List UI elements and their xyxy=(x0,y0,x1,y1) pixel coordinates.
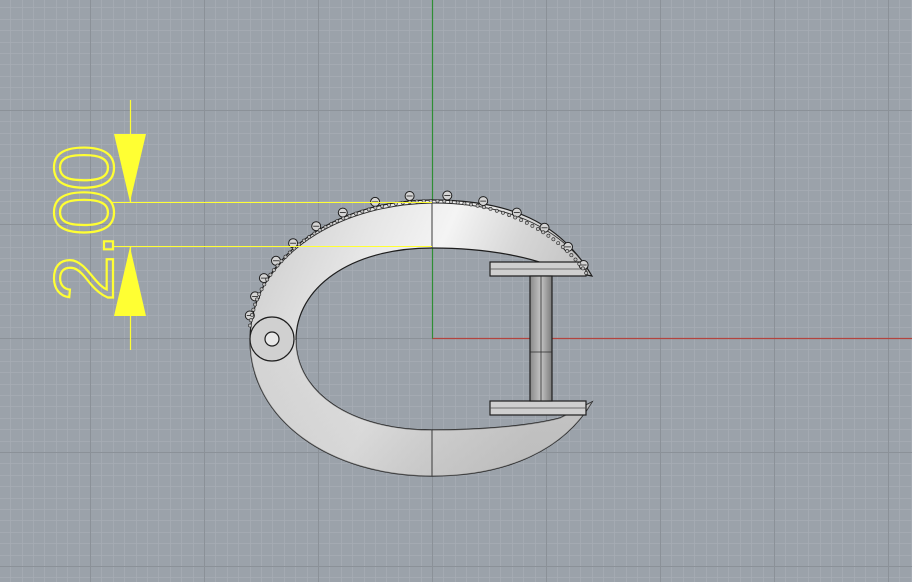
bead-detail xyxy=(268,272,273,277)
bead-detail xyxy=(248,318,253,323)
gem-setting[interactable] xyxy=(442,190,453,201)
bead-detail xyxy=(255,297,259,302)
bead-detail xyxy=(475,203,480,208)
bead-detail xyxy=(262,282,267,287)
viewport-canvas[interactable]: 2.00 xyxy=(0,0,912,582)
bead-detail xyxy=(560,245,565,249)
hinge-pin-hole[interactable] xyxy=(264,331,280,347)
bead-detail xyxy=(283,254,288,259)
bead-detail xyxy=(573,257,578,262)
bead-detail xyxy=(469,202,473,207)
bead-detail xyxy=(265,277,270,282)
bead-detail xyxy=(556,241,561,246)
bead-detail xyxy=(387,202,391,207)
bead-detail xyxy=(507,213,512,218)
bead-detail xyxy=(455,200,460,205)
bead-detail xyxy=(248,323,252,328)
bead-detail xyxy=(565,249,570,253)
bead-detail xyxy=(435,199,440,204)
bead-detail xyxy=(530,223,535,228)
bead-detail xyxy=(307,235,312,239)
bead-detail xyxy=(302,238,306,243)
bead-detail xyxy=(536,227,540,231)
bead-detail xyxy=(581,266,585,271)
gem-setting[interactable] xyxy=(478,196,489,207)
bead-detail xyxy=(347,213,352,218)
bead-detail xyxy=(380,204,385,209)
bead-detail xyxy=(279,259,284,264)
bead-detail xyxy=(271,268,276,273)
gem-setting[interactable] xyxy=(370,196,381,207)
bead-detail xyxy=(541,230,546,235)
bead-detail xyxy=(501,210,505,215)
bead-detail xyxy=(569,253,574,258)
rhino-top-viewport[interactable]: 2.00 xyxy=(0,0,912,582)
bead-detail xyxy=(287,250,292,255)
bead-detail xyxy=(373,205,378,210)
bead-detail xyxy=(353,211,358,216)
bead-detail xyxy=(519,218,524,223)
bead-detail xyxy=(251,307,256,312)
bead-detail xyxy=(524,220,529,225)
bead-detail xyxy=(546,233,551,238)
gem-setting[interactable] xyxy=(337,207,348,218)
bead-detail xyxy=(577,261,582,266)
bead-detail xyxy=(584,271,589,275)
bead-detail xyxy=(297,242,301,247)
gem-setting[interactable] xyxy=(511,207,522,218)
bead-detail xyxy=(551,237,556,242)
dimension-value[interactable]: 2.00 xyxy=(36,145,132,303)
bead-detail xyxy=(329,222,334,226)
bead-detail xyxy=(341,216,346,221)
bead-detail xyxy=(259,287,264,292)
bead-detail xyxy=(257,292,262,297)
bead-detail xyxy=(360,209,365,214)
bead-detail xyxy=(513,215,518,220)
bead-detail xyxy=(292,246,297,251)
bead-detail xyxy=(323,225,328,229)
bead-detail xyxy=(462,201,467,206)
bead-detail xyxy=(449,199,453,204)
bead-detail xyxy=(494,208,499,213)
bead-detail xyxy=(312,231,317,236)
bead-detail xyxy=(488,206,493,211)
bead-detail xyxy=(335,219,340,224)
gem-setting[interactable] xyxy=(404,191,415,201)
gem-setting[interactable] xyxy=(271,255,281,266)
bead-detail xyxy=(253,302,258,307)
bead-detail xyxy=(366,207,371,212)
bead-detail xyxy=(317,228,322,233)
bead-detail xyxy=(275,263,280,268)
bead-detail xyxy=(482,205,486,210)
bead-detail xyxy=(250,312,254,317)
bead-detail xyxy=(442,199,447,204)
